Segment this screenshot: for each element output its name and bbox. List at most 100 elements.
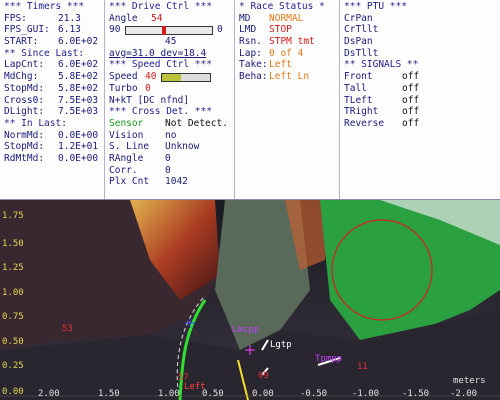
ptu-panel: *** PTU *** CrPan CrTllt DsPan DsTllt **… — [340, 0, 500, 199]
cross-value: 1042 — [165, 176, 188, 188]
angle-slider-thumb[interactable] — [162, 26, 167, 36]
race-value: 0 of 4 — [269, 47, 304, 59]
ptu-item: DsTllt — [344, 47, 379, 59]
timer-value: 6.13 — [58, 24, 81, 36]
x-tick-label: -2.00 — [450, 389, 478, 399]
race-label: MD — [239, 12, 251, 24]
race-status-panel: * Race Status * MD NORMAL LMD STOP Rsn. STP… — [235, 0, 340, 199]
drive-panel: *** Drive Ctrl *** Angle 54 90 0 45 avg=3… — [105, 0, 235, 199]
race-label: LMD — [239, 24, 257, 36]
y-tick-label: 0.75 — [2, 312, 24, 322]
in-value: 0.0E+00 — [58, 152, 99, 164]
x-tick-label: 1.00 — [158, 389, 180, 399]
ptu-item: DsPan — [344, 36, 373, 48]
race-value: Left Ln — [269, 71, 310, 83]
timer-label: FPS: — [4, 12, 27, 24]
x-tick-label: 0.00 — [252, 389, 274, 399]
speed-bar — [161, 73, 211, 83]
signal-value: off — [402, 82, 420, 94]
cross-label: Sensor — [109, 117, 144, 129]
since-label: StopMd: — [4, 82, 45, 94]
x-tick-label: -0.50 — [300, 389, 328, 399]
cross-label: Vision — [109, 129, 144, 141]
signal-label: Reverse — [344, 117, 385, 129]
x-tick-label: -1.00 — [352, 389, 380, 399]
timer-value: 21.3 — [58, 12, 81, 24]
since-value: 5.8E+02 — [58, 82, 99, 94]
slider-max-label: 0 — [217, 24, 223, 36]
signal-label: Tall — [344, 82, 367, 94]
race-value: NORMAL — [269, 12, 304, 24]
race-value: STPM tmt — [269, 36, 315, 48]
slider-min-label: 90 — [109, 24, 121, 36]
ptu-item: CrTllt — [344, 24, 379, 36]
timer-value: 6.0E+02 — [58, 36, 99, 48]
since-value: 6.0E+02 — [58, 59, 99, 71]
marker-label: 53 — [62, 324, 73, 334]
slider-center-label: 45 — [165, 36, 177, 48]
turbo-label: Turbo — [109, 82, 138, 94]
signals-header: ** SIGNALS ** — [344, 59, 419, 71]
ptu-item: CrPan — [344, 12, 373, 24]
turbo-value: 0 — [145, 82, 151, 94]
y-tick-label: 0.50 — [2, 337, 24, 347]
race-label: Beha: — [239, 71, 268, 83]
race-header: * Race Status * — [239, 1, 325, 12]
cross-value: 0 — [165, 152, 171, 164]
cross-label: RAngle — [109, 152, 144, 164]
camera-scene — [0, 200, 500, 400]
in-value: 1.2E+01 — [58, 141, 99, 153]
timer-label: FPS_GUI: — [4, 24, 50, 36]
timers-panel: *** Timers *** FPS: 21.3 FPS_GUI: 6.13 STA… — [0, 0, 105, 199]
signal-label: Front — [344, 71, 373, 83]
signal-label: TRight — [344, 106, 379, 118]
y-tick-label: 1.00 — [2, 288, 24, 298]
y-tick-label: 1.25 — [2, 263, 24, 273]
cross-value: Unknow — [165, 141, 200, 153]
y-tick-label: 0.25 — [2, 361, 24, 371]
race-value: Left — [269, 59, 292, 71]
x-tick-label: -1.50 — [402, 389, 430, 399]
since-last-header: ** Since Last: — [4, 47, 85, 59]
cross-header: *** Cross Det. *** — [109, 106, 212, 118]
in-label: NormMd: — [4, 129, 45, 141]
units-label: meters — [453, 376, 486, 386]
signal-value: off — [402, 106, 420, 118]
marker-label: Lmcpp — [232, 325, 260, 335]
since-value: 7.5E+03 — [58, 106, 99, 118]
speed-header: *** Speed Ctrl *** — [109, 59, 212, 71]
speed-bar-fill — [162, 74, 182, 82]
cross-value: no — [165, 129, 177, 141]
cross-label: S. Line — [109, 141, 150, 153]
x-tick-label: 2.00 — [38, 389, 60, 399]
speed-value: 40 — [145, 71, 157, 83]
avg-dev-text: avg=31.0 dev=18.4 — [109, 47, 207, 59]
race-value: STOP — [269, 24, 292, 36]
y-tick-label: 0.00 — [2, 387, 24, 397]
drive-header: *** Drive Ctrl *** — [109, 1, 212, 12]
race-label: Lap: — [239, 47, 262, 59]
since-label: MdChg: — [4, 71, 39, 83]
since-label: DLight: — [4, 106, 45, 118]
signal-value: off — [402, 94, 420, 106]
angle-value: 54 — [151, 12, 163, 24]
y-tick-label: 1.75 — [2, 211, 24, 221]
camera-view: 1.75 1.50 1.25 1.00 0.75 0.50 0.25 0.00 … — [0, 200, 500, 400]
since-value: 5.8E+02 — [58, 71, 99, 83]
since-label: Cross0: — [4, 94, 45, 106]
since-value: 7.5E+03 — [58, 94, 99, 106]
nkt-status: N+kT [DC nfnd] — [109, 94, 190, 106]
x-tick-label: 1.50 — [98, 389, 120, 399]
ptu-header: *** PTU *** — [344, 1, 407, 12]
signal-label: TLeft — [344, 94, 373, 106]
since-label: LapCnt: — [4, 59, 45, 71]
marker-label: Left — [184, 382, 206, 392]
signal-value: off — [402, 117, 420, 129]
race-label: Rsn. — [239, 36, 262, 48]
in-label: StopMd: — [4, 141, 45, 153]
cross-label: Plx Cnt — [109, 176, 150, 188]
marker-label: 09 — [258, 371, 269, 381]
speed-label: Speed — [109, 71, 138, 83]
in-last-header: ** In Last: — [4, 117, 67, 129]
angle-slider[interactable] — [125, 26, 213, 36]
